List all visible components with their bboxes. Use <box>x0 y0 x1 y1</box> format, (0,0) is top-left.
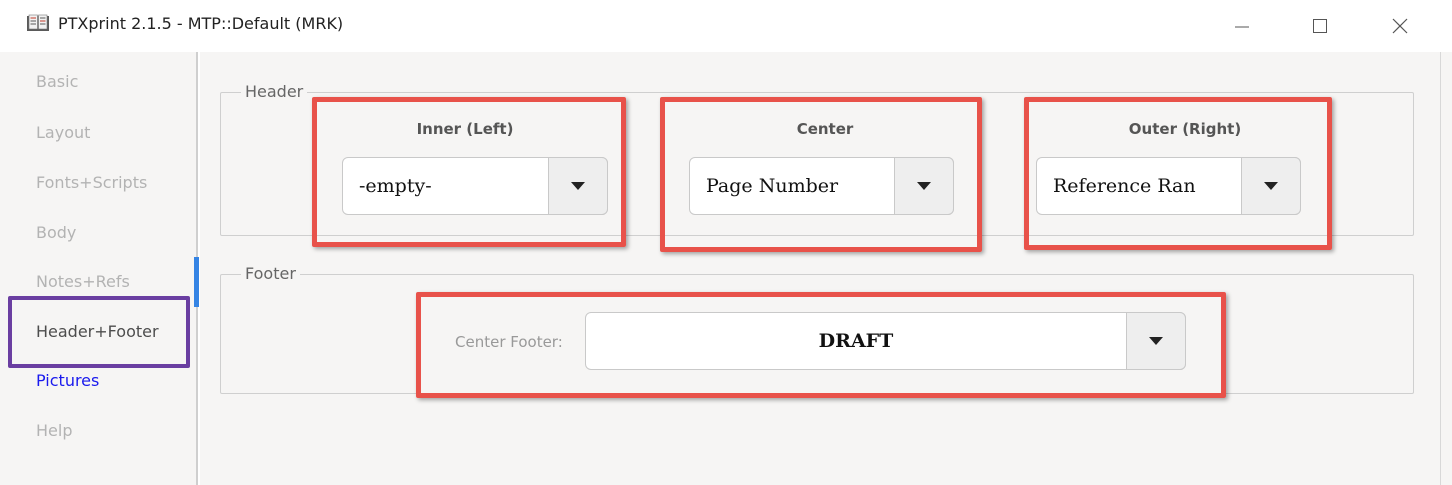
footer-legend: Footer <box>241 264 300 283</box>
close-icon <box>1392 18 1408 34</box>
maximize-icon <box>1313 19 1327 33</box>
center-highlight-box <box>660 97 982 252</box>
active-indicator <box>194 257 199 307</box>
title-bar: PTXprint 2.1.5 - MTP::Default (MRK) <box>0 0 1452 52</box>
sidebar-item-pictures[interactable]: Pictures <box>36 371 99 390</box>
maximize-button[interactable] <box>1292 6 1348 46</box>
sidebar-item-help[interactable]: Help <box>36 421 72 440</box>
sidebar-item-body[interactable]: Body <box>36 223 76 242</box>
outer-right-highlight-box <box>1024 97 1332 250</box>
inner-left-highlight-box <box>312 97 626 247</box>
window-title: PTXprint 2.1.5 - MTP::Default (MRK) <box>58 14 344 33</box>
header-legend: Header <box>241 82 308 101</box>
sidebar-highlight-box <box>8 296 190 368</box>
minimize-button[interactable] <box>1214 6 1270 46</box>
sidebar: Basic Layout Fonts+Scripts Body Notes+Re… <box>0 52 198 485</box>
sidebar-item-notes-refs[interactable]: Notes+Refs <box>36 272 130 291</box>
sidebar-item-layout[interactable]: Layout <box>36 123 90 142</box>
window-edge-divider <box>1440 52 1441 485</box>
close-button[interactable] <box>1372 6 1428 46</box>
sidebar-item-fonts-scripts[interactable]: Fonts+Scripts <box>36 173 147 192</box>
minimize-icon <box>1235 26 1249 28</box>
sidebar-item-basic[interactable]: Basic <box>36 72 78 91</box>
book-icon <box>26 14 50 32</box>
center-footer-highlight-box <box>416 292 1226 398</box>
